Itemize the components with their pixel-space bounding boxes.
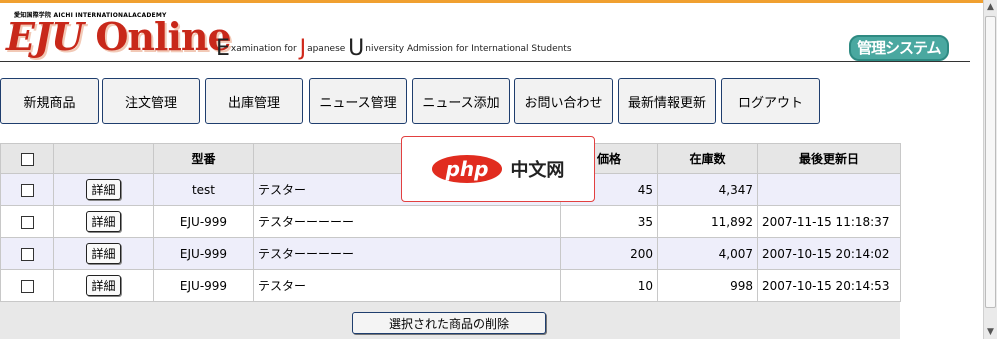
detail-column-header (53, 143, 154, 174)
eju-online-logo: EJU Online (6, 14, 232, 59)
php-cn-watermark: php 中文网 (401, 136, 595, 202)
model-cell: test (153, 173, 254, 206)
tagline-u-rest: niversity Admission for International St… (365, 44, 572, 54)
table-row: 詳細 EJU-999 テスター 10 998 2007-10-15 20:14:… (0, 269, 901, 302)
nav-order-management-button[interactable]: 注文管理 (102, 78, 200, 124)
select-all-checkbox[interactable] (20, 152, 34, 166)
tagline-j: J (299, 36, 307, 61)
updated-cell: 2007-11-15 11:18:37 (757, 205, 901, 238)
price-cell: 10 (560, 269, 658, 302)
scroll-down-icon[interactable]: ▼ (984, 325, 997, 339)
logo-eju: EJU (6, 14, 84, 59)
stock-cell: 11,892 (657, 205, 758, 238)
model-cell: EJU-999 (153, 237, 254, 270)
header-divider (0, 61, 970, 62)
model-cell: EJU-999 (153, 269, 254, 302)
detail-button[interactable]: 詳細 (86, 179, 121, 200)
name-cell: テスター (253, 269, 561, 302)
logo-online: Online (95, 14, 231, 59)
select-all-header (0, 143, 54, 174)
updated-cell: 2007-10-15 20:14:02 (757, 237, 901, 270)
nav-news-add-button[interactable]: ニュース添加 (412, 78, 510, 124)
nav-shipping-management-button[interactable]: 出庫管理 (205, 78, 303, 124)
row-checkbox[interactable] (20, 279, 34, 293)
price-cell: 200 (560, 237, 658, 270)
nav-inquiry-button[interactable]: お問い合わせ (514, 78, 613, 124)
model-column-header: 型番 (153, 143, 254, 174)
detail-button[interactable]: 詳細 (86, 275, 121, 296)
nav-latest-info-button[interactable]: 最新情報更新 (618, 78, 716, 124)
updated-cell: 2007-10-15 20:14:53 (757, 269, 901, 302)
row-checkbox[interactable] (20, 247, 34, 261)
stock-cell: 998 (657, 269, 758, 302)
vertical-scrollbar[interactable]: ▲ ▼ (983, 0, 997, 339)
tagline-e: E (216, 36, 230, 61)
stock-column-header: 在庫数 (657, 143, 758, 174)
tagline-j-rest: apanese (307, 44, 349, 54)
scroll-thumb[interactable] (985, 16, 996, 308)
stock-cell: 4,347 (657, 173, 758, 206)
row-checkbox[interactable] (20, 215, 34, 229)
nav-logout-button[interactable]: ログアウト (721, 78, 820, 124)
nav-news-management-button[interactable]: ニュース管理 (309, 78, 407, 124)
row-checkbox[interactable] (20, 183, 34, 197)
detail-button[interactable]: 詳細 (86, 243, 121, 264)
model-cell: EJU-999 (153, 205, 254, 238)
tagline-e-rest: xamination for (230, 44, 300, 54)
delete-selected-button[interactable]: 選択された商品の削除 (352, 312, 546, 334)
updated-cell (757, 173, 901, 206)
table-row: 詳細 EJU-999 テスターーーーー 200 4,007 2007-10-15… (0, 237, 901, 270)
tagline-u: U (348, 36, 365, 61)
scroll-up-icon[interactable]: ▲ (984, 0, 997, 14)
nav-new-product-button[interactable]: 新規商品 (0, 78, 99, 124)
name-cell: テスターーーーー (253, 205, 561, 238)
price-cell: 35 (560, 205, 658, 238)
updated-column-header: 最後更新日 (757, 143, 901, 174)
admin-system-title: 管理システム (849, 35, 949, 61)
tagline: Examination for Japanese University Admi… (216, 36, 572, 61)
detail-button[interactable]: 詳細 (86, 211, 121, 232)
name-cell: テスターーーーー (253, 237, 561, 270)
table-row: 詳細 EJU-999 テスターーーーー 35 11,892 2007-11-15… (0, 205, 901, 238)
site-header: 愛知国際学院 AICHI INTERNATIONALACADEMY EJU On… (0, 3, 983, 61)
watermark-php-logo: php (431, 155, 503, 183)
stock-cell: 4,007 (657, 237, 758, 270)
watermark-cn-text: 中文网 (510, 160, 565, 181)
